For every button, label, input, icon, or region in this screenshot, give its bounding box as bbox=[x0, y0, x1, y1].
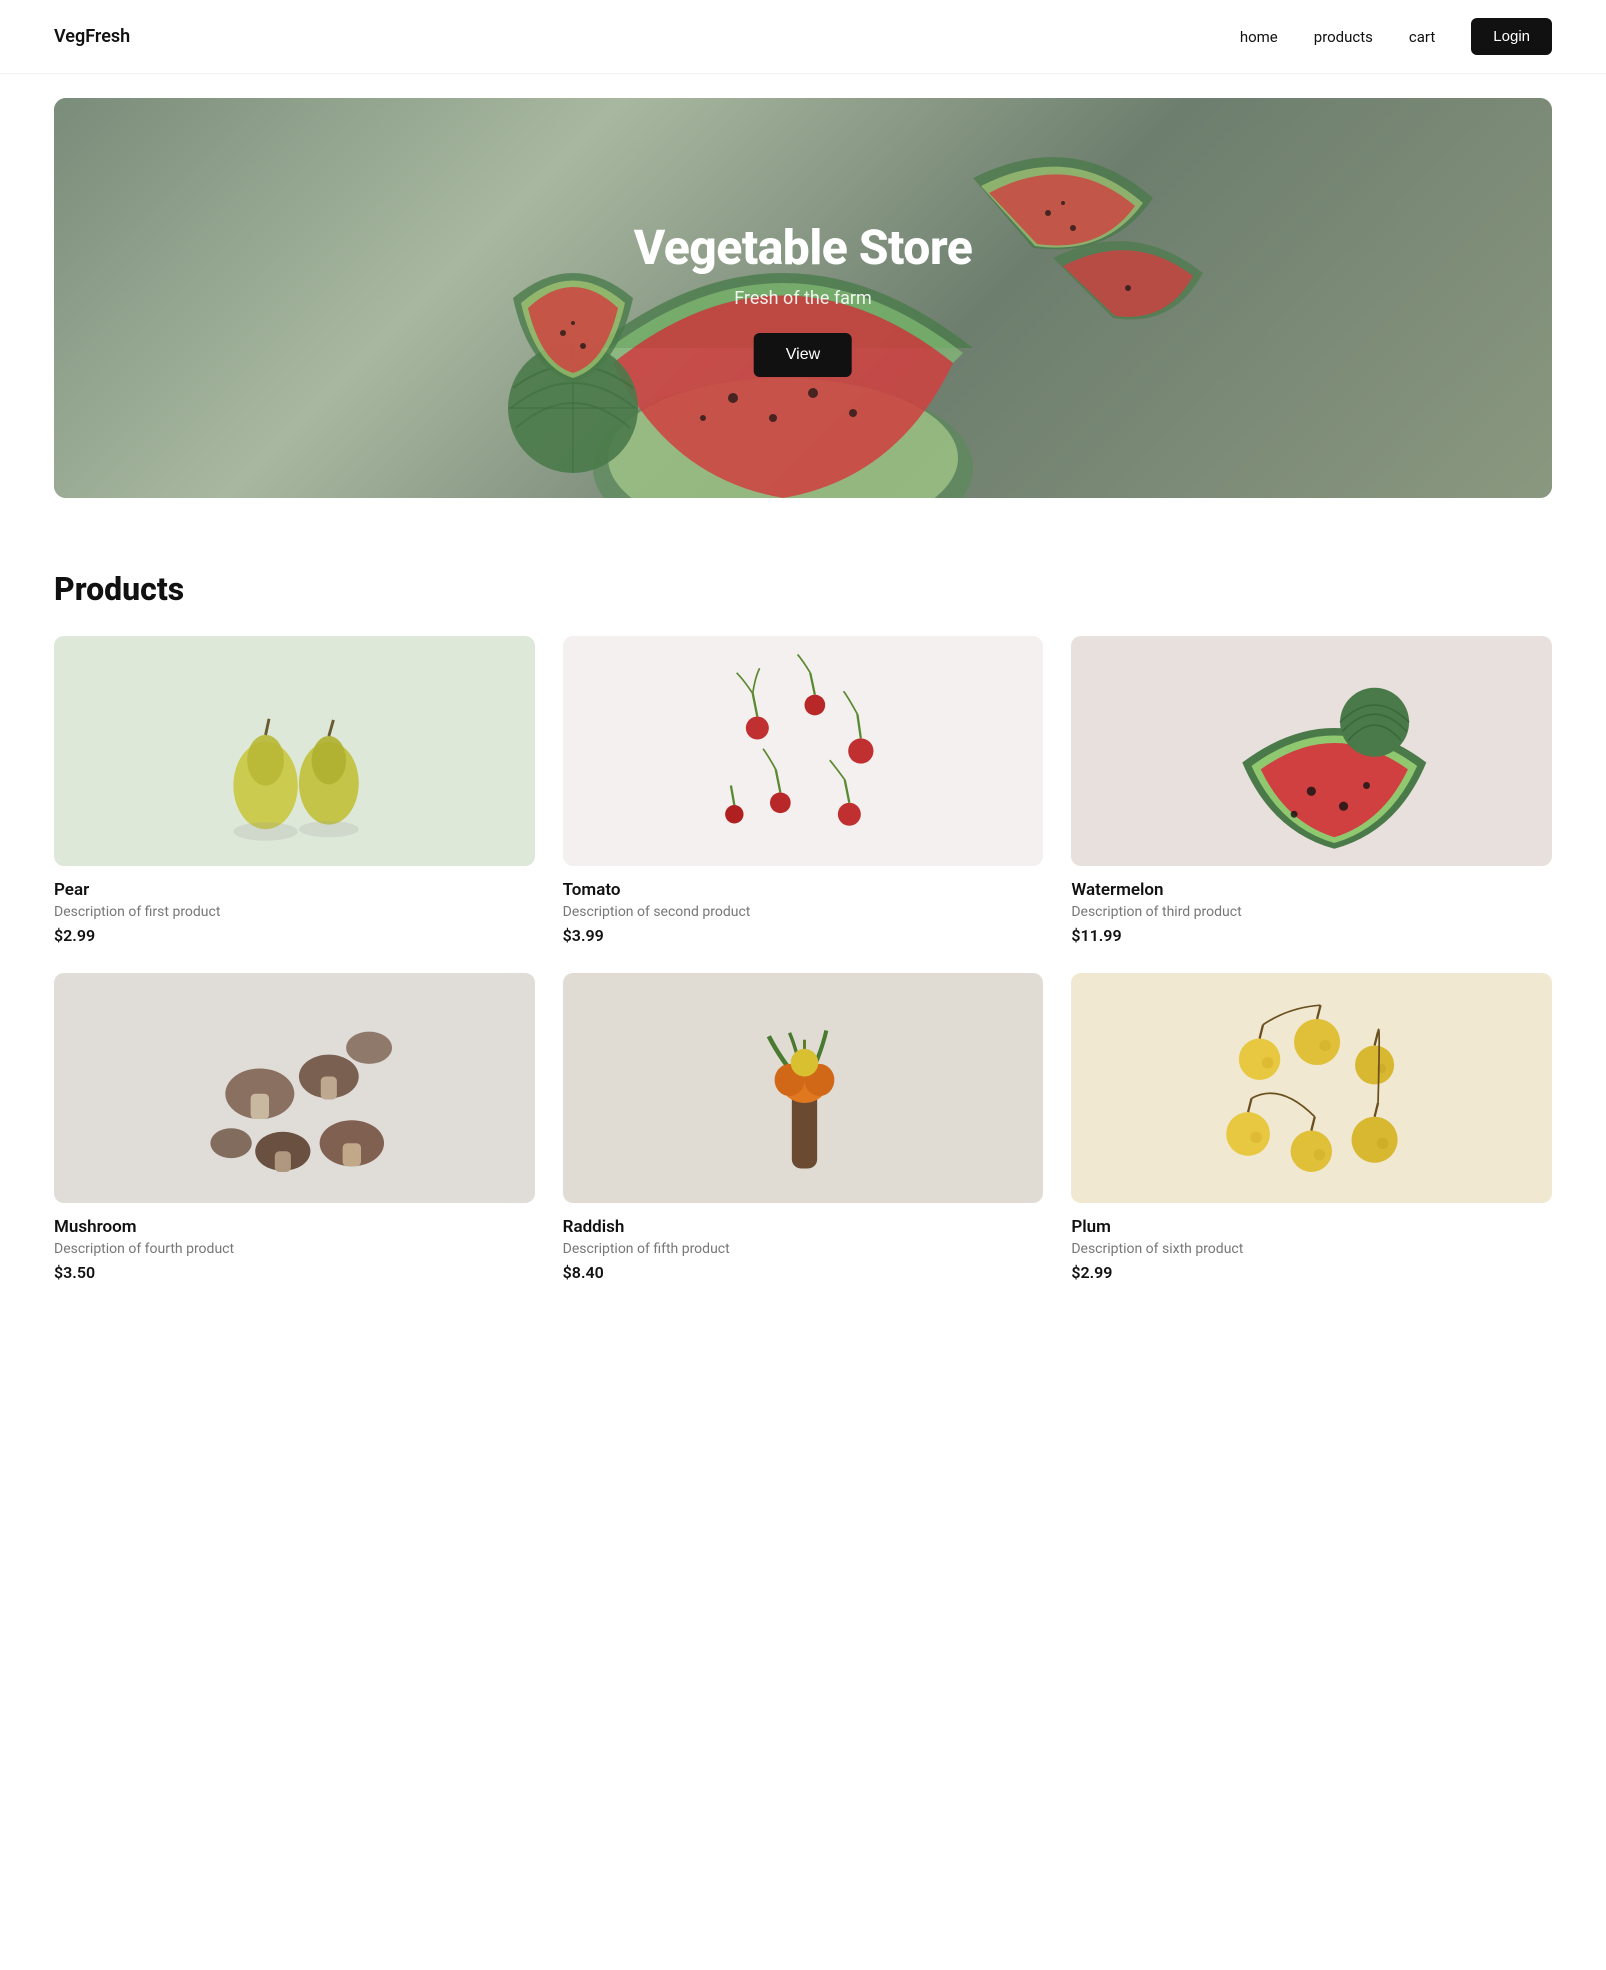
product-price-raddish: $8.40 bbox=[563, 1263, 1044, 1282]
hero-content: Vegetable Store Fresh of the farm View bbox=[634, 219, 973, 377]
login-button[interactable]: Login bbox=[1471, 18, 1552, 55]
product-price-watermelon: $11.99 bbox=[1071, 926, 1552, 945]
product-name-plum: Plum bbox=[1071, 1217, 1552, 1237]
product-name-mushroom: Mushroom bbox=[54, 1217, 535, 1237]
product-name-pear: Pear bbox=[54, 880, 535, 900]
product-card-mushroom[interactable]: Mushroom Description of fourth product $… bbox=[54, 973, 535, 1282]
product-card-pear[interactable]: Pear Description of first product $2.99 bbox=[54, 636, 535, 945]
products-section: Products Pear Description of first produ… bbox=[0, 522, 1606, 1342]
nav-cart[interactable]: cart bbox=[1409, 28, 1435, 46]
product-price-plum: $2.99 bbox=[1071, 1263, 1552, 1282]
product-image-watermelon bbox=[1071, 636, 1552, 866]
product-image-pear bbox=[54, 636, 535, 866]
product-desc-pear: Description of first product bbox=[54, 904, 535, 920]
product-card-tomato[interactable]: Tomato Description of second product $3.… bbox=[563, 636, 1044, 945]
product-card-watermelon[interactable]: Watermelon Description of third product … bbox=[1071, 636, 1552, 945]
nav-products[interactable]: products bbox=[1314, 28, 1373, 46]
product-price-tomato: $3.99 bbox=[563, 926, 1044, 945]
product-image-raddish bbox=[563, 973, 1044, 1203]
product-desc-plum: Description of sixth product bbox=[1071, 1241, 1552, 1257]
product-desc-mushroom: Description of fourth product bbox=[54, 1241, 535, 1257]
product-name-tomato: Tomato bbox=[563, 880, 1044, 900]
hero-view-button[interactable]: View bbox=[754, 333, 852, 377]
product-price-pear: $2.99 bbox=[54, 926, 535, 945]
hero-subtitle: Fresh of the farm bbox=[634, 288, 973, 309]
hero-section: Vegetable Store Fresh of the farm View bbox=[54, 98, 1552, 498]
product-image-plum bbox=[1071, 973, 1552, 1203]
product-desc-tomato: Description of second product bbox=[563, 904, 1044, 920]
brand-logo: VegFresh bbox=[54, 26, 130, 47]
product-name-raddish: Raddish bbox=[563, 1217, 1044, 1237]
product-desc-raddish: Description of fifth product bbox=[563, 1241, 1044, 1257]
hero-title: Vegetable Store bbox=[634, 219, 973, 276]
products-title: Products bbox=[54, 570, 1552, 608]
product-card-plum[interactable]: Plum Description of sixth product $2.99 bbox=[1071, 973, 1552, 1282]
nav-home[interactable]: home bbox=[1240, 28, 1278, 46]
product-image-mushroom bbox=[54, 973, 535, 1203]
main-nav: home products cart Login bbox=[1240, 18, 1552, 55]
product-image-tomato bbox=[563, 636, 1044, 866]
product-price-mushroom: $3.50 bbox=[54, 1263, 535, 1282]
product-name-watermelon: Watermelon bbox=[1071, 880, 1552, 900]
product-card-raddish[interactable]: Raddish Description of fifth product $8.… bbox=[563, 973, 1044, 1282]
products-grid: Pear Description of first product $2.99 … bbox=[54, 636, 1552, 1282]
product-desc-watermelon: Description of third product bbox=[1071, 904, 1552, 920]
